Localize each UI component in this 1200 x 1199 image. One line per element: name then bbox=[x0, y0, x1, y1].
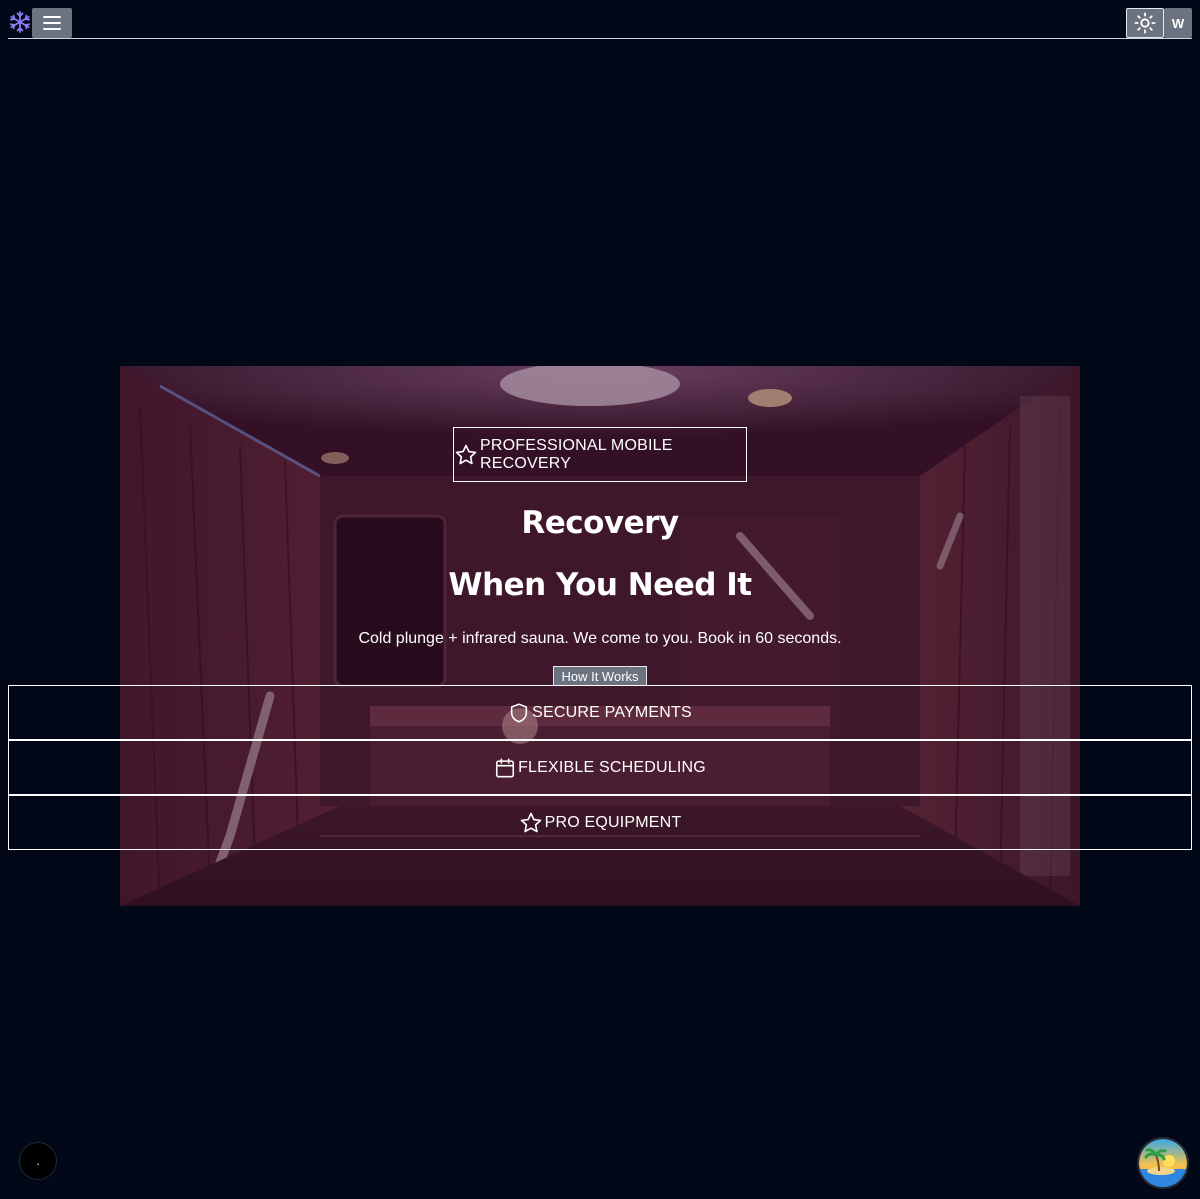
how-it-works-button[interactable]: How It Works bbox=[553, 666, 647, 686]
shield-icon bbox=[508, 701, 530, 725]
menu-button[interactable] bbox=[32, 8, 72, 38]
star-icon bbox=[454, 443, 478, 467]
calendar-icon bbox=[494, 756, 516, 780]
user-avatar-button[interactable]: W bbox=[1164, 8, 1192, 38]
feature-label: FLEXIBLE SCHEDULING bbox=[518, 758, 706, 776]
tropical-island-button[interactable] bbox=[1139, 1139, 1187, 1187]
feature-flexible-scheduling: FLEXIBLE SCHEDULING bbox=[8, 740, 1192, 795]
feature-secure-payments: SECURE PAYMENTS bbox=[8, 685, 1192, 740]
theme-toggle-button[interactable] bbox=[1126, 8, 1164, 38]
hero-badge: PROFESSIONAL MOBILE RECOVERY bbox=[453, 427, 747, 482]
snowflake-icon[interactable] bbox=[8, 10, 32, 34]
feature-label: SECURE PAYMENTS bbox=[532, 703, 692, 721]
tropical-island-icon bbox=[1139, 1139, 1187, 1187]
hero-badge-label: PROFESSIONAL MOBILE RECOVERY bbox=[480, 436, 673, 472]
hamburger-menu-icon bbox=[43, 16, 61, 30]
feature-label: PRO EQUIPMENT bbox=[544, 813, 682, 831]
hero-subtitle: Cold plunge + infrared sauna. We come to… bbox=[358, 630, 842, 647]
top-navigation-bar: W bbox=[8, 8, 1192, 39]
hero-headline-line2: When You Need It bbox=[448, 567, 752, 603]
hero-headline-line1: Recovery bbox=[521, 505, 679, 541]
sun-icon bbox=[1134, 12, 1156, 34]
star-icon bbox=[519, 811, 543, 835]
floating-action-button[interactable]: . bbox=[19, 1142, 57, 1180]
feature-pro-equipment: PRO EQUIPMENT bbox=[8, 795, 1192, 850]
